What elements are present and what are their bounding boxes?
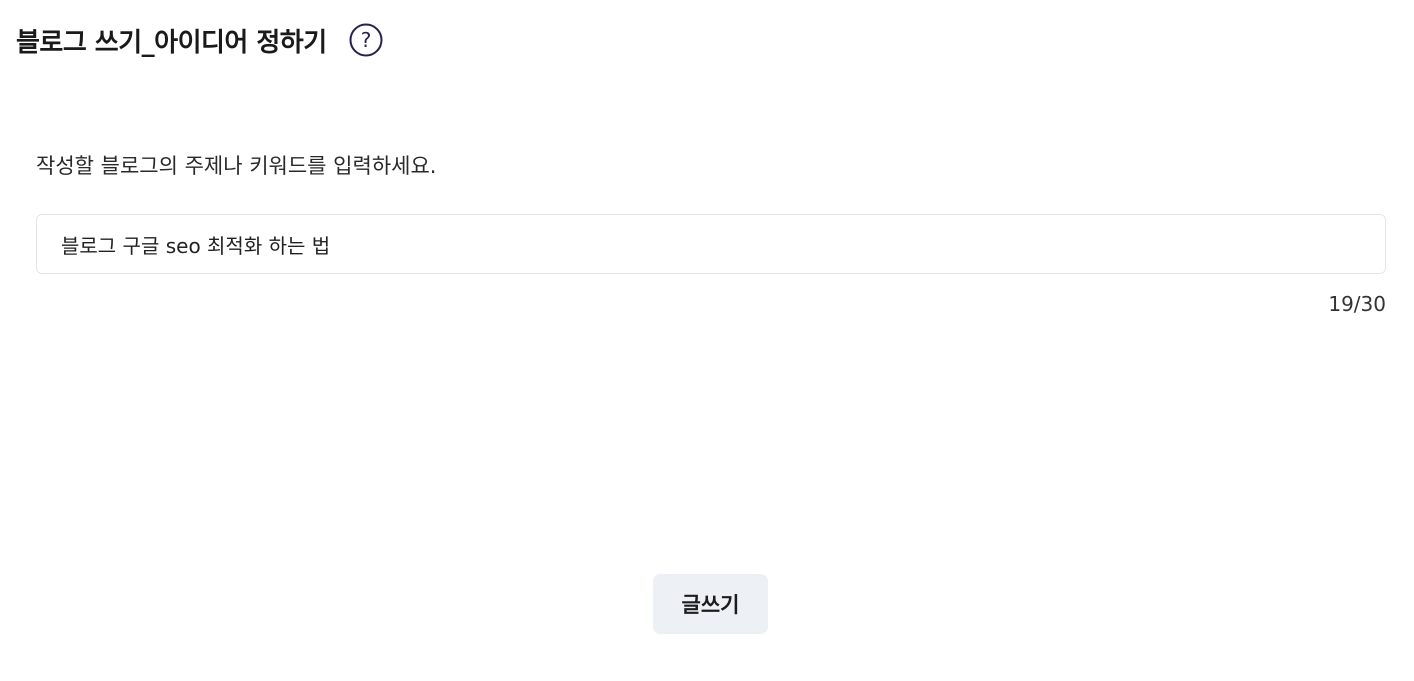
topic-input[interactable] [36, 214, 1386, 274]
character-count: 19/30 [1328, 292, 1386, 316]
topic-prompt-label: 작성할 블로그의 주제나 키워드를 입력하세요. [36, 154, 437, 178]
page-title: 블로그 쓰기_아이디어 정하기 [16, 27, 327, 58]
header: 블로그 쓰기_아이디어 정하기 ? [16, 20, 383, 60]
page: 블로그 쓰기_아이디어 정하기 ? 작성할 블로그의 주제나 키워드를 입력하세… [0, 0, 1414, 681]
write-button[interactable]: 글쓰기 [653, 574, 768, 634]
svg-text:?: ? [360, 28, 371, 52]
question-circle-icon[interactable]: ? [349, 23, 383, 57]
